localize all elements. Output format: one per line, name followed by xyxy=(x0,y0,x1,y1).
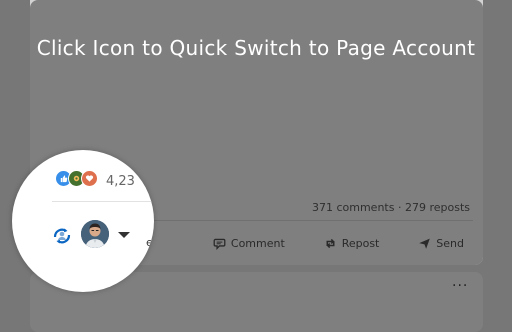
magnifier-lens: 4,23 e xyxy=(12,150,154,292)
reaction-count[interactable]: 4,23 xyxy=(106,174,135,189)
comment-icon xyxy=(213,238,226,250)
stats-divider xyxy=(52,201,154,202)
love-icon xyxy=(81,170,98,187)
post-action-bar: Comment Repost Send xyxy=(150,230,470,256)
avatar[interactable] xyxy=(81,220,109,248)
send-icon xyxy=(419,238,431,249)
repost-button[interactable]: Repost xyxy=(318,235,386,252)
caret-down-icon[interactable] xyxy=(118,232,130,238)
repost-icon xyxy=(326,238,335,248)
reactions-cluster[interactable] xyxy=(55,170,98,187)
comments-reposts-count[interactable]: 371 comments · 279 reposts xyxy=(312,201,470,214)
more-options-icon[interactable]: ··· xyxy=(452,278,468,294)
send-label: Send xyxy=(436,236,464,250)
switch-account-icon[interactable] xyxy=(50,224,74,248)
comment-button[interactable]: Comment xyxy=(207,235,291,252)
comment-label: Comment xyxy=(230,236,285,250)
send-button[interactable]: Send xyxy=(412,235,470,252)
hint-headline: Click Icon to Quick Switch to Page Accou… xyxy=(36,36,476,60)
repost-label: Repost xyxy=(341,236,380,250)
like-label-fragment[interactable]: e xyxy=(146,236,153,249)
